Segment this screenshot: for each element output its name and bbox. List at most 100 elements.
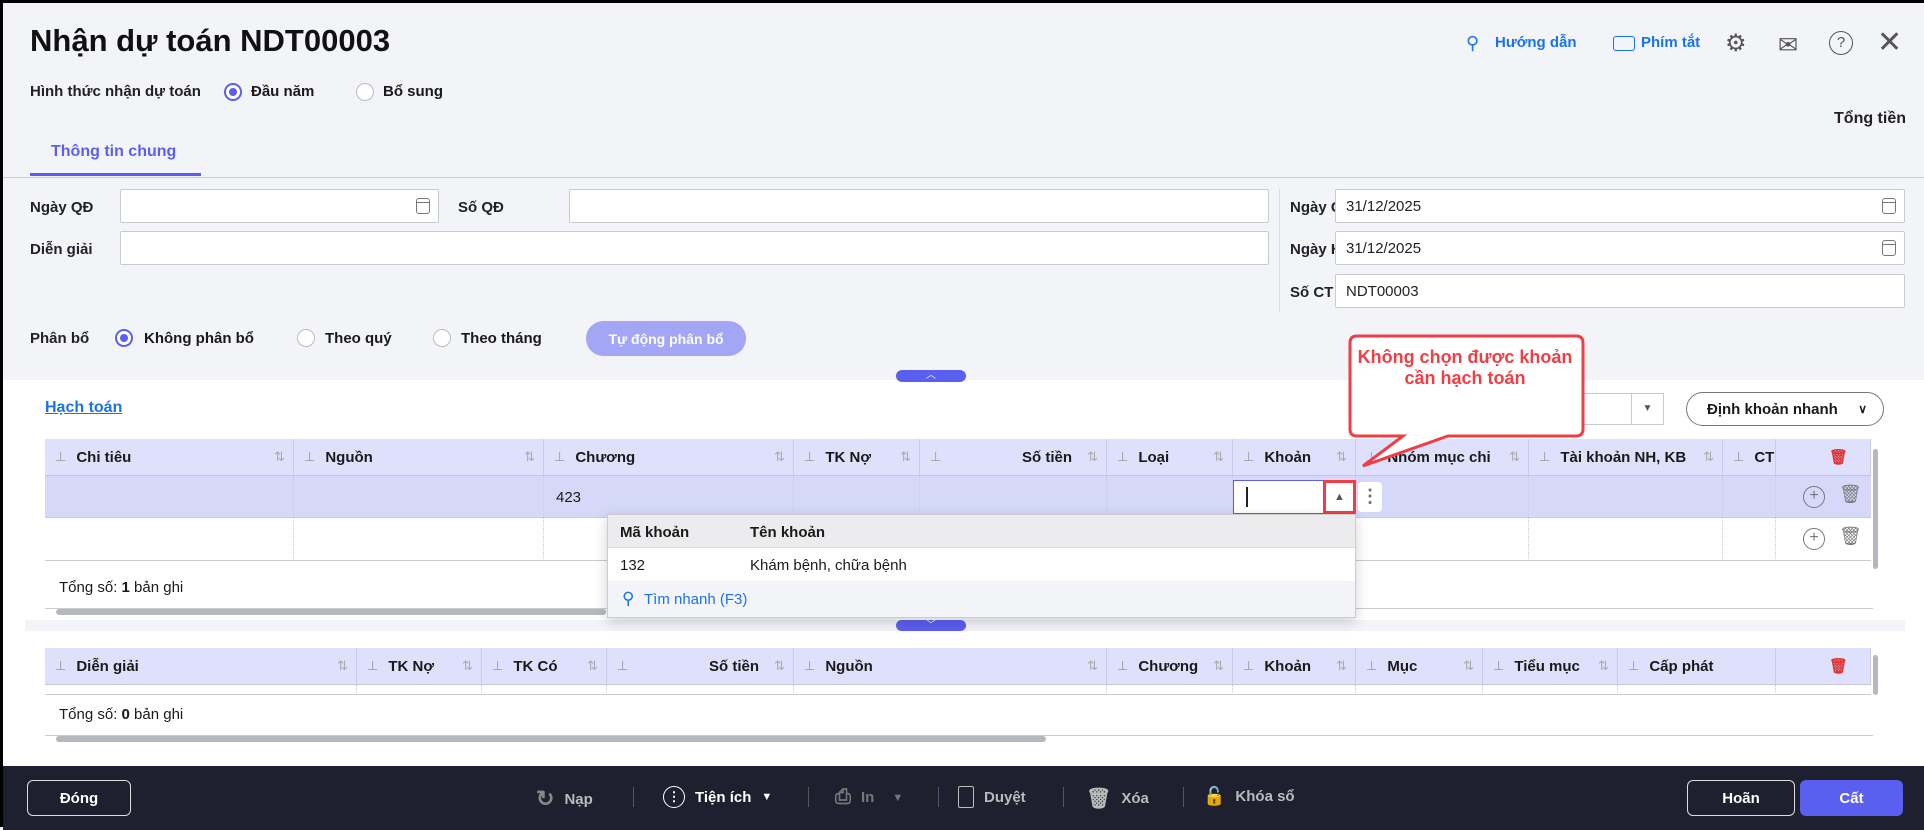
approve-button[interactable]: Duyệt [958,786,1026,808]
sort-icon[interactable]: ⇅ [587,658,598,674]
guide-icon[interactable]: ⚲ [1466,33,1479,54]
column-header[interactable]: ⊥ Diễn giải ⇅ [45,648,357,685]
collapse-up-button[interactable]: ︿ [896,370,966,382]
pin-icon[interactable]: ⊥ [492,658,503,674]
guide-link[interactable]: Hướng dẫn [1495,34,1577,51]
table-cell[interactable] [45,685,357,695]
sort-icon[interactable]: ⇅ [774,658,785,674]
sort-icon[interactable]: ⇅ [462,658,473,674]
table-cell[interactable] [1107,685,1233,695]
chevron-down-icon[interactable]: ▼ [1631,394,1663,424]
radio-theo-thang-label[interactable]: Theo tháng [461,330,542,347]
gear-icon[interactable]: ⚙ [1725,29,1747,58]
tab-general-info[interactable]: Thông tin chung [51,143,176,161]
table-cell[interactable] [794,685,1107,695]
dropdown-toggle-icon[interactable]: ▲ [1323,480,1356,514]
close-button[interactable]: Đóng [27,780,131,816]
radio-khong-phan-bo-label[interactable]: Không phân bổ [144,330,254,347]
pin-icon[interactable]: ⊥ [804,658,815,674]
pin-icon[interactable]: ⊥ [1366,658,1377,674]
calendar-icon[interactable] [416,198,430,214]
sort-icon[interactable]: ⇅ [1703,449,1714,465]
quick-entry-button[interactable]: Định khoản nhanh ∨ [1686,392,1884,426]
sort-icon[interactable]: ⇅ [1213,658,1224,674]
radio-khong-phan-bo[interactable] [115,329,133,347]
calendar-icon[interactable] [1882,198,1896,214]
table-cell[interactable] [45,476,294,518]
pin-icon[interactable]: ⊥ [55,449,66,465]
radio-theo-thang[interactable] [433,329,451,347]
table-cell[interactable] [1529,476,1723,518]
sort-icon[interactable]: ⇅ [1087,658,1098,674]
pin-icon[interactable]: ⊥ [554,449,565,465]
table-cell[interactable] [1723,518,1776,561]
save-button[interactable]: Cất [1800,780,1903,816]
column-header[interactable]: ⊥ Số tiền ⇅ [920,439,1107,476]
keyboard-icon[interactable] [1613,36,1635,51]
pin-icon[interactable]: ⊥ [1628,658,1639,674]
khoan-combo-input[interactable]: ▲ [1233,480,1356,514]
pin-icon[interactable]: ⊥ [1117,449,1128,465]
radio-dau-nam[interactable] [224,83,242,101]
radio-bo-sung-label[interactable]: Bổ sung [383,83,443,100]
auto-allocate-button[interactable]: Tự động phân bổ [586,321,746,356]
pin-icon[interactable]: ⊥ [804,449,815,465]
sort-icon[interactable]: ⇅ [1598,658,1609,674]
add-row-icon[interactable]: + [1803,486,1825,508]
calendar-icon[interactable] [1882,240,1896,256]
pin-icon[interactable]: ⊥ [1243,658,1254,674]
column-header[interactable]: ⊥ Số tiền ⇅ [607,648,794,685]
sort-icon[interactable]: ⇅ [900,449,911,465]
table-cell[interactable] [1233,685,1356,695]
shortcuts-link[interactable]: Phím tắt [1641,34,1700,51]
add-row-icon[interactable]: + [1803,528,1825,550]
table-cell[interactable] [920,476,1107,518]
collapse-down-button[interactable]: ﹀ [896,620,966,631]
table-cell[interactable] [794,476,920,518]
radio-theo-quy[interactable] [297,329,315,347]
table-cell[interactable] [357,685,482,695]
column-header[interactable]: ⊥ Chương ⇅ [1107,648,1233,685]
table-cell[interactable] [482,685,607,695]
pin-icon[interactable]: ⊥ [1733,449,1744,465]
delete-row-icon[interactable]: 🗑 [1839,526,1862,547]
dien-giai-input[interactable] [120,231,1269,265]
pin-icon[interactable]: ⊥ [1117,658,1128,674]
delete-button[interactable]: 🗑 Xóa [1086,786,1149,811]
sort-icon[interactable]: ⇅ [337,658,348,674]
table-cell[interactable] [1723,476,1776,518]
radio-dau-nam-label[interactable]: Đầu năm [251,83,314,100]
quick-search-link[interactable]: ⚲ Tìm nhanh (F3) [608,581,1355,617]
pin-icon[interactable]: ⊥ [930,449,941,465]
radio-theo-quy-label[interactable]: Theo quý [325,330,392,347]
horizontal-scrollbar[interactable] [56,609,606,615]
close-icon[interactable]: ✕ [1877,25,1902,60]
column-header[interactable]: ⊥ Khoản ⇅ [1233,648,1356,685]
so-qd-input[interactable] [569,189,1269,223]
sort-icon[interactable]: ⇅ [524,449,535,465]
table-cell[interactable]: 423 [544,476,794,518]
pin-icon[interactable]: ⊥ [304,449,315,465]
column-header[interactable]: ⊥ TK Có ⇅ [482,648,607,685]
table-cell[interactable] [1356,518,1529,561]
ngay-qd-input[interactable] [120,189,439,223]
column-header[interactable]: ⊥ Loại ⇅ [1107,439,1233,476]
column-header[interactable]: ⊥ Nguồn ⇅ [794,648,1107,685]
sort-icon[interactable]: ⇅ [774,449,785,465]
pin-icon[interactable]: ⊥ [55,658,66,674]
table-cell[interactable] [607,685,794,695]
table-cell[interactable] [1618,685,1776,695]
sort-icon[interactable]: ⇅ [274,449,285,465]
column-header[interactable]: ⊥ Chi tiêu ⇅ [45,439,294,476]
horizontal-scrollbar[interactable] [56,736,1046,742]
table-cell[interactable] [1107,476,1233,518]
ngay-ct-input[interactable]: 31/12/2025 [1335,189,1905,223]
more-options-icon[interactable]: ⋮ [1358,482,1382,512]
column-header[interactable]: ⊥ Tiểu mục ⇅ [1483,648,1618,685]
accounting-link[interactable]: Hạch toán [45,399,122,417]
mail-forward-icon[interactable]: ✉ [1778,31,1798,60]
table-cell[interactable] [1356,685,1483,695]
sort-icon[interactable]: ⇅ [1336,658,1347,674]
delete-all-icon[interactable]: 🗑 [1776,648,1871,685]
table-cell[interactable] [45,518,294,561]
